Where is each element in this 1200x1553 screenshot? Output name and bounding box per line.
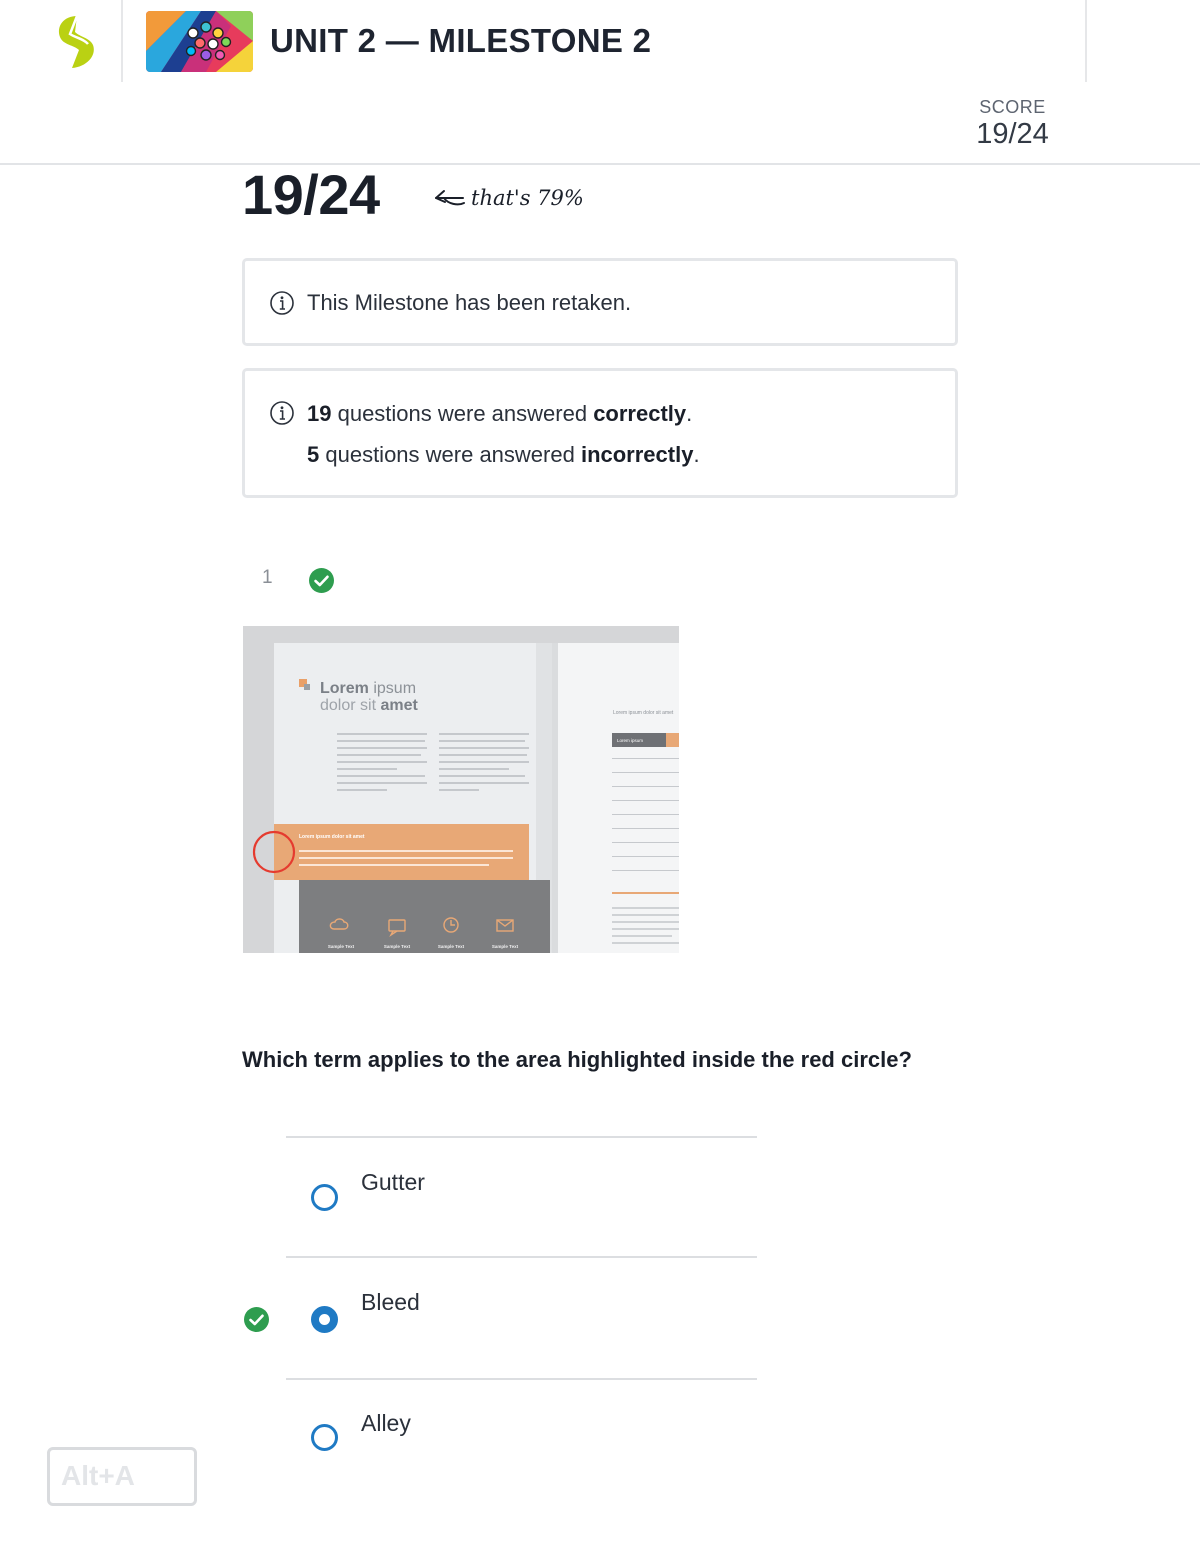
svg-text:Sample Text: Sample Text: [328, 944, 355, 949]
option-divider: [286, 1256, 757, 1258]
svg-text:Lorem ipsum: Lorem ipsum: [320, 680, 416, 697]
svg-text:Sample Text: Sample Text: [492, 944, 519, 949]
incorrect-word: incorrectly: [580, 442, 694, 467]
question-image: Lorem ipsum dolor sit amet Lorem ipsum d…: [243, 626, 679, 953]
question-number: 1: [262, 567, 273, 588]
option-label-gutter[interactable]: Gutter: [361, 1169, 425, 1196]
svg-text:Lorem ipsum dolor sit amet: Lorem ipsum dolor sit amet: [613, 710, 674, 716]
svg-text:Sample Text: Sample Text: [384, 944, 411, 949]
incorrect-summary: 5 questions were answered incorrectly.: [307, 442, 700, 467]
svg-text:Lorem ipsum dolor sit amet: Lorem ipsum dolor sit amet: [299, 834, 365, 840]
correct-summary: 19 questions were answered correctly.: [307, 401, 693, 426]
option-divider: [286, 1136, 757, 1138]
option-label-bleed[interactable]: Bleed: [361, 1289, 420, 1316]
score-value: 19/24: [976, 118, 1049, 150]
header-divider: [121, 0, 123, 82]
course-thumbnail[interactable]: [146, 11, 253, 72]
incorrect-count: 5: [307, 442, 320, 467]
info-icon: [270, 291, 294, 315]
correct-answer-check-icon: [244, 1307, 269, 1332]
radio-option-alley[interactable]: [311, 1424, 338, 1451]
top-bar: UNIT 2 — MILESTONE 2 SCORE 19/24: [0, 0, 1200, 165]
option-label-alley[interactable]: Alley: [361, 1410, 411, 1437]
svg-text:Sample Text: Sample Text: [438, 944, 465, 949]
option-divider: [286, 1378, 757, 1380]
radio-option-bleed[interactable]: [311, 1306, 338, 1333]
question-prompt: Which term applies to the area highlight…: [242, 1047, 912, 1072]
sophia-logo-icon[interactable]: [50, 12, 104, 72]
percent-note: that's 79%: [433, 186, 584, 210]
percent-note-text: that's 79%: [471, 186, 584, 210]
alt-a-shortcut-button[interactable]: Alt+A: [47, 1447, 197, 1506]
svg-text:dolor sit amet: dolor sit amet: [320, 697, 418, 714]
info-icon: [270, 401, 294, 425]
big-score: 19/24: [242, 163, 380, 226]
curved-arrow-icon: [435, 190, 465, 206]
retaken-notice: This Milestone has been retaken.: [242, 258, 958, 346]
svg-text:Lorem ipsum: Lorem ipsum: [617, 738, 643, 743]
score-label: SCORE: [979, 97, 1046, 117]
radio-option-gutter[interactable]: [311, 1184, 338, 1211]
results-notice: 19 questions were answered correctly. 5 …: [242, 368, 958, 498]
correct-word: correctly: [593, 401, 687, 426]
retaken-text: This Milestone has been retaken.: [307, 290, 632, 315]
check-circle-icon: [309, 568, 334, 593]
correct-count: 19: [307, 401, 332, 426]
header-divider: [1085, 0, 1087, 82]
unit-title: UNIT 2 — MILESTONE 2: [270, 22, 652, 59]
